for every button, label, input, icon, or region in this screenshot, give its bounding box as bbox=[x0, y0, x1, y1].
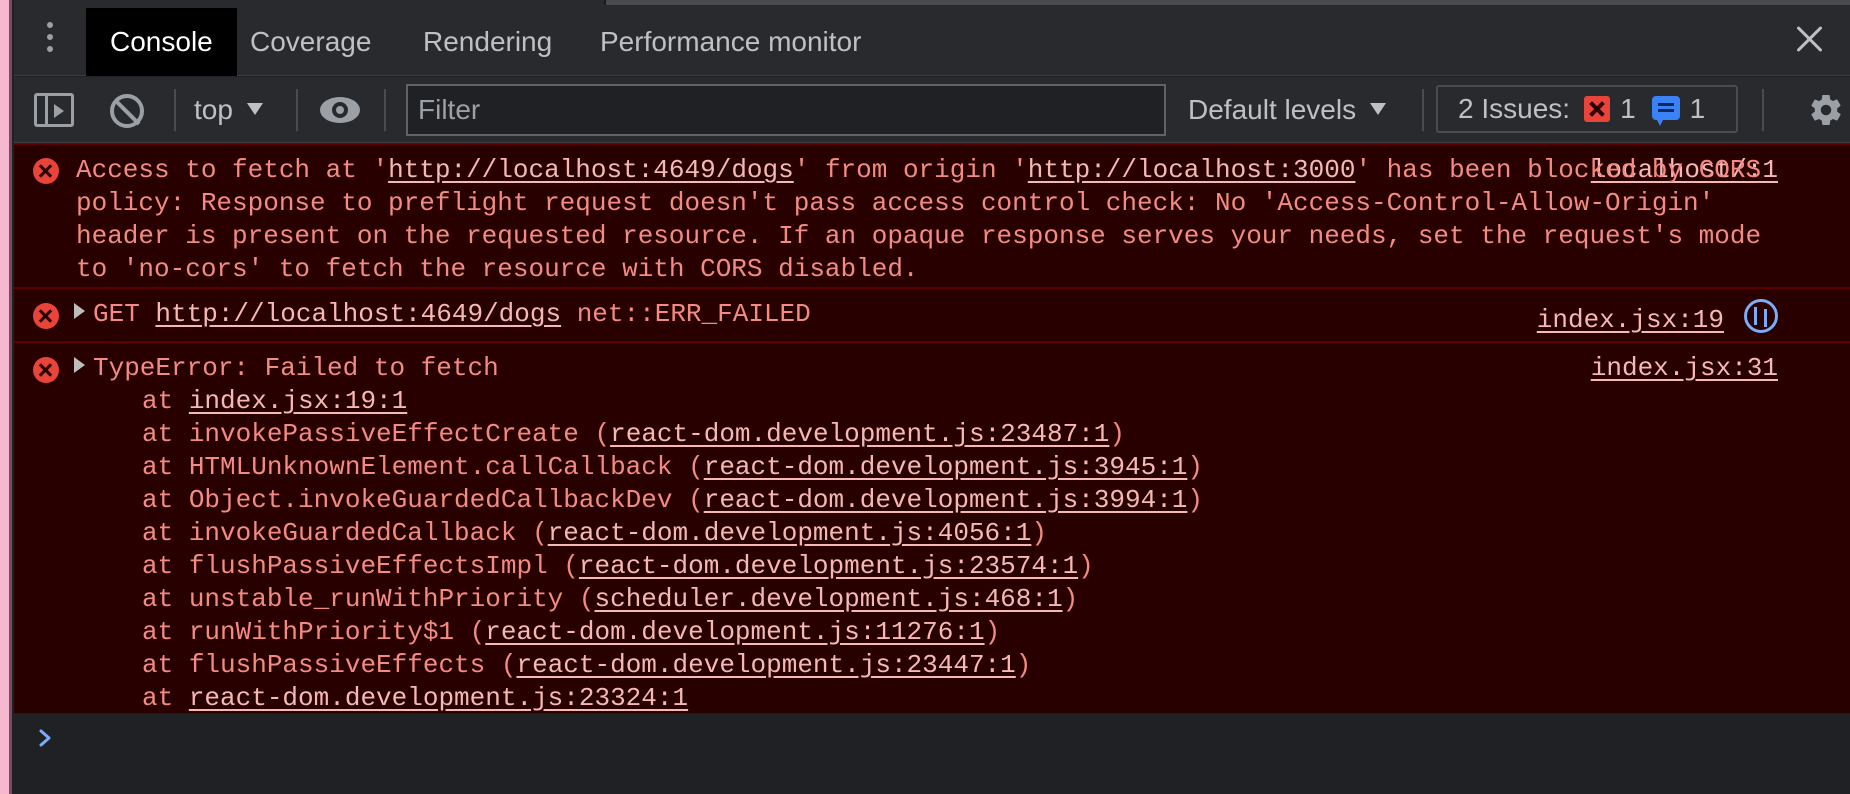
tab-rendering[interactable]: Rendering bbox=[399, 8, 576, 76]
stack-frame: at flushPassiveEffectsImpl (react-dom.de… bbox=[142, 551, 1094, 581]
toolbar-divider bbox=[1762, 89, 1764, 131]
stack-location-link[interactable]: react-dom.development.js:11276:1 bbox=[485, 617, 984, 647]
stack-function: HTMLUnknownElement.callCallback bbox=[188, 452, 673, 482]
divider-notch bbox=[604, 0, 606, 5]
console-prompt-chevron-icon[interactable] bbox=[38, 728, 52, 748]
panel-divider[interactable] bbox=[604, 0, 1850, 5]
stack-location-link[interactable]: react-dom.development.js:23487:1 bbox=[610, 419, 1109, 449]
stack-function: flushPassiveEffectsImpl bbox=[188, 551, 548, 581]
message-fragment: ' from origin ' bbox=[793, 155, 1028, 185]
stack-frame: at runWithPriority$1 (react-dom.developm… bbox=[142, 617, 1001, 647]
message-text: Access to fetch at 'http://localhost:464… bbox=[76, 154, 1796, 286]
stack-function: runWithPriority$1 bbox=[188, 617, 455, 647]
stack-frame: at unstable_runWithPriority (scheduler.d… bbox=[142, 584, 1079, 614]
error-title: TypeError: Failed to fetch bbox=[93, 353, 499, 383]
stack-location-link[interactable]: react-dom.development.js:3945:1 bbox=[704, 452, 1188, 482]
stack-function: flushPassiveEffects bbox=[188, 650, 486, 680]
url-link[interactable]: http://localhost:4649/dogs bbox=[388, 155, 794, 185]
request-method: GET bbox=[93, 299, 140, 329]
source-link[interactable]: index.jsx:31 bbox=[1591, 352, 1778, 385]
error-icon bbox=[1584, 95, 1611, 122]
issues-error-count: 1 bbox=[1620, 93, 1636, 124]
message-icon bbox=[1651, 95, 1680, 126]
network-request-icon[interactable] bbox=[1744, 299, 1778, 333]
expand-triangle-icon[interactable] bbox=[74, 303, 85, 320]
stack-location-link[interactable]: react-dom.development.js:23574:1 bbox=[579, 551, 1078, 581]
stack-location-link[interactable]: react-dom.development.js:23324:1 bbox=[189, 683, 688, 713]
tab-coverage[interactable]: Coverage bbox=[226, 8, 395, 76]
source-link[interactable]: index.jsx:19 bbox=[1537, 304, 1724, 337]
issues-label: 2 Issues: bbox=[1458, 93, 1571, 124]
stack-function: invokeGuardedCallback bbox=[188, 518, 517, 548]
stack-frame: at Object.invokeGuardedCallbackDev (reac… bbox=[142, 485, 1204, 515]
toolbar-divider bbox=[1422, 89, 1424, 131]
message-text: TypeError: Failed to fetch bbox=[74, 352, 499, 385]
desktop-background-strip bbox=[0, 0, 12, 794]
stack-function: Object.invokeGuardedCallbackDev bbox=[188, 485, 673, 515]
url-link[interactable]: http://localhost:4649/dogs bbox=[155, 299, 561, 329]
context-label: top bbox=[194, 94, 233, 125]
tab-performance-monitor[interactable]: Performance monitor bbox=[576, 8, 885, 76]
tab-console[interactable]: Console bbox=[86, 8, 237, 76]
stack-location-link[interactable]: react-dom.development.js:3994:1 bbox=[704, 485, 1188, 515]
stack-location-link[interactable]: index.jsx:19:1 bbox=[189, 386, 407, 416]
console-error-message[interactable]: GET http://localhost:4649/dogs net::ERR_… bbox=[14, 288, 1850, 342]
stack-location-link[interactable]: react-dom.development.js:23447:1 bbox=[516, 650, 1015, 680]
chevron-down-icon bbox=[246, 102, 263, 115]
stack-function: unstable_runWithPriority bbox=[188, 584, 564, 614]
issues-button[interactable]: 2 Issues: 1 1 bbox=[1436, 85, 1738, 133]
console-toolbar: top Default levels 2 Issues: 1 1 bbox=[14, 77, 1850, 143]
window-edge bbox=[9, 0, 12, 794]
close-drawer-icon[interactable] bbox=[1792, 20, 1828, 56]
stack-frame: at flushPassiveEffects (react-dom.develo… bbox=[142, 650, 1032, 680]
error-icon bbox=[33, 303, 59, 329]
stack-location-link[interactable]: react-dom.development.js:4056:1 bbox=[548, 518, 1032, 548]
filter-input[interactable] bbox=[406, 84, 1166, 136]
stack-trace: at index.jsx:19:1 at invokePassiveEffect… bbox=[142, 385, 1203, 715]
toolbar-divider bbox=[174, 89, 176, 131]
stack-function: invokePassiveEffectCreate bbox=[188, 419, 579, 449]
stack-frame: at react-dom.development.js:23324:1 bbox=[142, 683, 689, 713]
message-text: GET http://localhost:4649/dogs net::ERR_… bbox=[74, 298, 811, 331]
console-error-message: localhost/:1 Access to fetch at 'http://… bbox=[14, 144, 1850, 288]
toolbar-divider bbox=[384, 89, 386, 131]
issues-info-count: 1 bbox=[1689, 93, 1706, 124]
drawer-tab-bar: Console Coverage Rendering Performance m… bbox=[14, 0, 1850, 76]
console-error-message[interactable]: TypeError: Failed to fetch index.jsx:31 … bbox=[14, 342, 1850, 714]
message-fragment: ' has bbox=[1355, 155, 1434, 185]
error-icon bbox=[33, 158, 59, 184]
stack-location-link[interactable]: scheduler.development.js:468:1 bbox=[595, 584, 1063, 614]
devtools-drawer: Console Coverage Rendering Performance m… bbox=[14, 0, 1850, 794]
more-tools-kebab-icon[interactable] bbox=[44, 22, 56, 56]
console-messages: localhost/:1 Access to fetch at 'http://… bbox=[14, 144, 1850, 714]
clear-console-icon[interactable] bbox=[110, 94, 144, 128]
context-selector[interactable]: top bbox=[194, 77, 263, 143]
url-link[interactable]: http://localhost:3000 bbox=[1028, 155, 1356, 185]
stack-frame: at invokeGuardedCallback (react-dom.deve… bbox=[142, 518, 1047, 548]
levels-label: Default levels bbox=[1188, 94, 1357, 125]
expand-triangle-icon[interactable] bbox=[74, 357, 85, 374]
message-fragment: Access to fetch at ' bbox=[76, 155, 389, 185]
live-expression-eye-icon[interactable] bbox=[320, 97, 360, 123]
chevron-down-icon bbox=[1370, 102, 1387, 115]
error-icon bbox=[33, 357, 59, 383]
stack-frame: at index.jsx:19:1 bbox=[142, 386, 408, 416]
stack-frame: at HTMLUnknownElement.callCallback (reac… bbox=[142, 452, 1204, 482]
toolbar-divider bbox=[296, 89, 298, 131]
gear-icon[interactable] bbox=[1808, 92, 1844, 128]
show-sidebar-icon[interactable] bbox=[34, 93, 74, 127]
log-levels-dropdown[interactable]: Default levels bbox=[1188, 77, 1387, 143]
stack-frame: at invokePassiveEffectCreate (react-dom.… bbox=[142, 419, 1125, 449]
request-status: net::ERR_FAILED bbox=[576, 299, 811, 329]
